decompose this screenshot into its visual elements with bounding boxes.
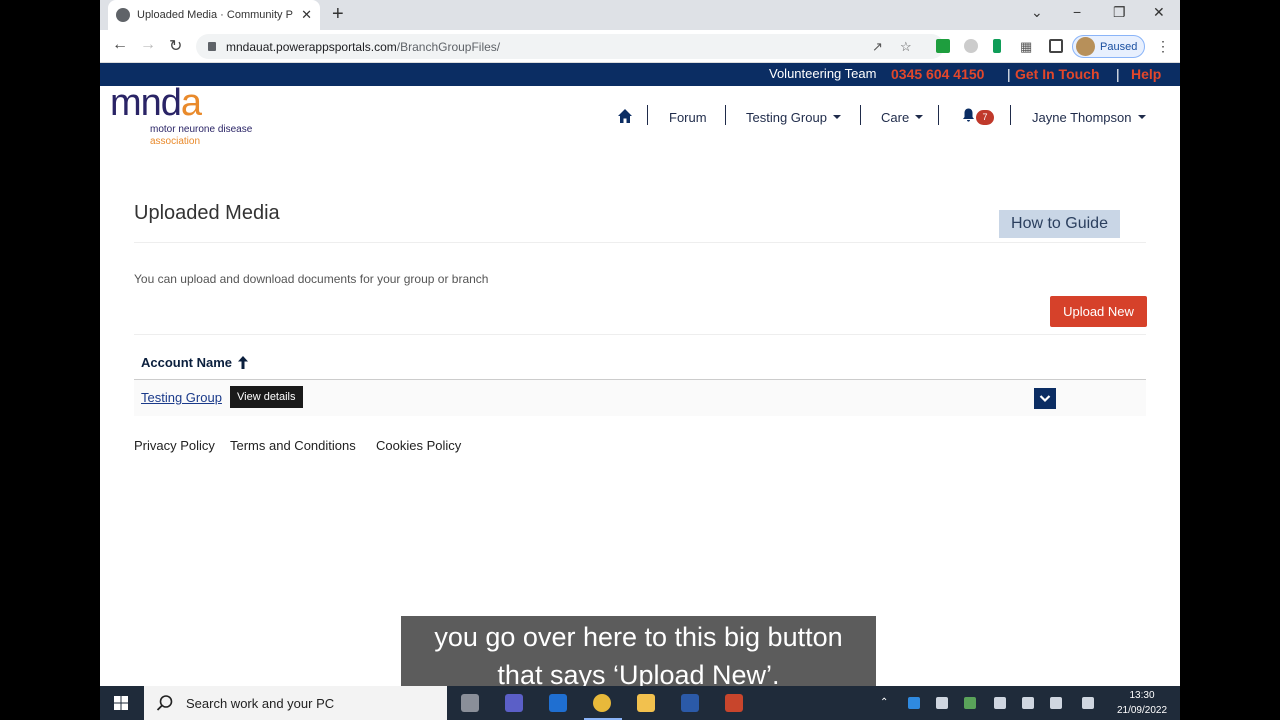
tray-app-icon[interactable] [964, 697, 976, 709]
nav-separator [647, 105, 648, 125]
intro-text: You can upload and download documents fo… [134, 272, 489, 286]
clock-time: 13:30 [1129, 690, 1155, 701]
browser-toolbar: ← → ↻ mndauat.powerappsportals.com /Bran… [100, 30, 1180, 63]
extension-e-icon[interactable] [993, 39, 1001, 53]
terms-link[interactable]: Terms and Conditions [230, 438, 356, 453]
address-bar[interactable]: mndauat.powerappsportals.com /BranchGrou… [196, 34, 944, 59]
logo-mark: mnda [110, 82, 202, 124]
tray-chevron-up-icon[interactable]: ⌃ [880, 697, 892, 709]
url-host: mndauat.powerappsportals.com [226, 39, 397, 54]
taskbar-search-placeholder: Search work and your PC [186, 695, 335, 711]
row-actions-dropdown[interactable] [1034, 388, 1056, 409]
help-link[interactable]: Help [1131, 66, 1161, 82]
chrome-icon[interactable] [593, 694, 611, 712]
nav-forum[interactable]: Forum [669, 107, 707, 127]
battery-icon[interactable] [994, 697, 1006, 709]
url-path: /BranchGroupFiles/ [396, 39, 501, 54]
edge-icon[interactable] [549, 694, 567, 712]
logo-line-2: association [150, 136, 201, 147]
caption-line-1: you go over here to this big button [434, 622, 843, 652]
sort-ascending-icon [238, 356, 249, 369]
table-row: Testing Group View details [134, 380, 1146, 416]
reload-icon[interactable]: ↻ [169, 36, 182, 56]
star-icon[interactable]: ☆ [900, 39, 912, 55]
account-link[interactable]: Testing Group [141, 390, 222, 405]
chevron-down-icon [1039, 395, 1051, 403]
nav-user-menu[interactable]: Jayne Thompson [1032, 107, 1146, 127]
profile-status: Paused [1100, 40, 1138, 53]
browser-tab[interactable]: Uploaded Media · Community P ✕ [108, 0, 320, 30]
task-view-icon[interactable] [461, 694, 479, 712]
get-in-touch-link[interactable]: Get In Touch [1015, 66, 1100, 82]
nav-separator [860, 105, 861, 125]
teams-icon[interactable] [505, 694, 523, 712]
extension-check-icon[interactable] [936, 39, 950, 53]
taskbar-search[interactable]: Search work and your PC [144, 686, 447, 720]
close-window-button[interactable]: ✕ [1153, 4, 1165, 21]
taskbar: Search work and your PC ⌃ 13:30 21/09/20… [100, 686, 1180, 720]
sidepanel-icon[interactable] [1049, 39, 1063, 53]
separator: | [1007, 66, 1011, 82]
nav-separator [1010, 105, 1011, 125]
account-name-column-header[interactable]: Account Name [141, 355, 249, 370]
tab-close-icon[interactable]: ✕ [301, 7, 312, 23]
privacy-policy-link[interactable]: Privacy Policy [134, 438, 215, 453]
word-icon[interactable] [681, 694, 699, 712]
microphone-icon[interactable] [936, 697, 948, 709]
site-utility-bar: Volunteering Team 0345 604 4150 | Get In… [100, 63, 1180, 86]
nav-separator [725, 105, 726, 125]
divider [134, 242, 1146, 243]
chevron-down-icon [1137, 115, 1146, 119]
nav-testing-group[interactable]: Testing Group [746, 107, 841, 127]
tab-title: Uploaded Media · Community P [137, 9, 293, 21]
home-icon[interactable] [617, 108, 633, 124]
bell-icon[interactable] [962, 108, 975, 122]
onedrive-icon[interactable] [908, 697, 920, 709]
pen-icon[interactable] [1082, 697, 1094, 709]
menu-icon[interactable]: ⋮ [1156, 38, 1170, 55]
file-explorer-icon[interactable] [637, 694, 655, 712]
upload-new-button[interactable]: Upload New [1050, 296, 1147, 327]
screen: Uploaded Media · Community P ✕ + ⌄ − ❐ ✕… [100, 0, 1180, 720]
notification-badge: 7 [976, 110, 994, 125]
cookies-policy-link[interactable]: Cookies Policy [376, 438, 461, 453]
mnda-logo[interactable]: mnda motor neurone disease association [110, 82, 270, 148]
puzzle-icon[interactable]: ▦ [1020, 39, 1032, 55]
separator: | [1116, 66, 1120, 82]
nav-care[interactable]: Care [881, 107, 924, 127]
extension-circle-icon[interactable] [964, 39, 978, 53]
windows-start-icon[interactable] [114, 696, 128, 710]
chevron-down-icon [915, 115, 924, 119]
tab-search-icon[interactable]: ⌄ [1031, 4, 1043, 21]
share-icon[interactable]: ↗ [872, 39, 883, 55]
lock-icon [208, 42, 216, 51]
wifi-icon[interactable] [1022, 697, 1034, 709]
page-title: Uploaded Media [134, 202, 280, 224]
nav-separator [938, 105, 939, 125]
volume-icon[interactable] [1050, 697, 1062, 709]
search-icon [156, 695, 173, 711]
how-to-guide-button[interactable]: How to Guide [999, 210, 1120, 238]
divider [134, 334, 1146, 335]
chevron-down-icon [832, 115, 841, 119]
globe-icon [116, 8, 130, 22]
logo-line-1: motor neurone disease [150, 124, 253, 135]
avatar [1076, 37, 1095, 56]
back-icon[interactable]: ← [112, 36, 128, 54]
volunteering-team-link[interactable]: Volunteering Team [769, 66, 876, 81]
powerpoint-icon[interactable] [725, 694, 743, 712]
forward-icon[interactable]: → [140, 36, 156, 54]
profile-button[interactable]: Paused [1072, 35, 1145, 58]
new-tab-button[interactable]: + [332, 4, 344, 24]
maximize-button[interactable]: ❐ [1113, 4, 1126, 21]
subtitle-caption: you go over here to this big button that… [401, 616, 876, 696]
minimize-button[interactable]: − [1073, 4, 1081, 20]
clock-date: 21/09/2022 [1116, 705, 1168, 716]
browser-titlebar: Uploaded Media · Community P ✕ + ⌄ − ❐ ✕ [100, 0, 1180, 30]
taskbar-clock[interactable]: 13:30 21/09/2022 [1112, 688, 1172, 718]
phone-number[interactable]: 0345 604 4150 [891, 66, 984, 82]
view-details-tooltip: View details [230, 386, 303, 408]
